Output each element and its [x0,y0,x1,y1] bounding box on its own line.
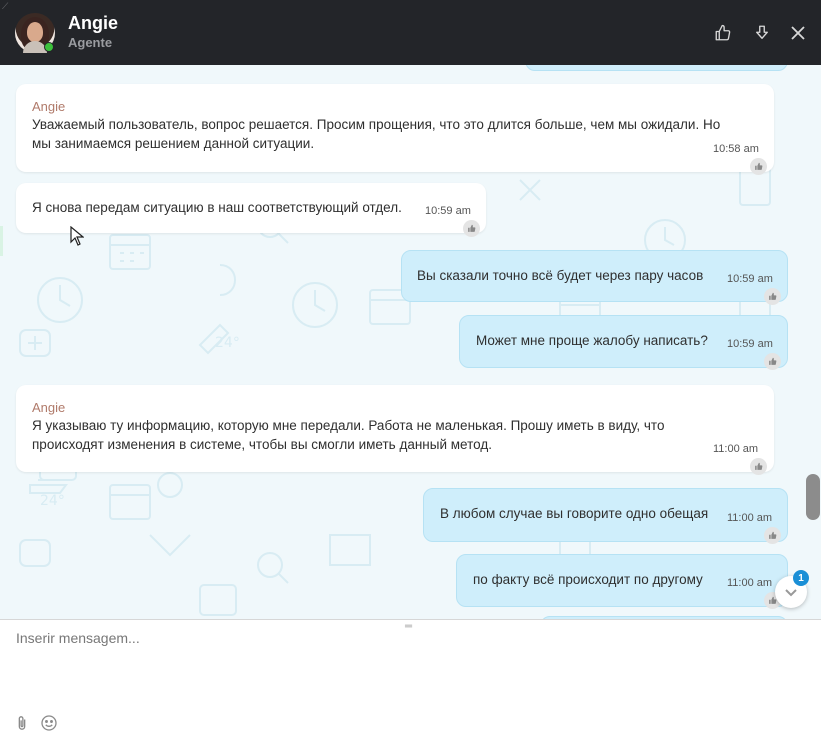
svg-text:24°: 24° [215,335,240,351]
message-text-line: Может мне проще жалобу написать? [476,333,708,348]
message-bubble-outgoing: Вы сказали точно всё будет через пару ча… [401,250,788,305]
resize-handle-icon[interactable]: ⟋ [2,1,8,12]
message-text-line: Я снова передам ситуацию в наш соответст… [32,200,402,215]
thumbs-up-icon [769,292,777,300]
message-bubble-incoming: Angie Я указываю ту информацию, которую … [16,385,774,475]
message-like-button[interactable] [764,353,781,370]
thumbs-up-icon [755,462,763,470]
message-text-line: мы занимаемся решением данной ситуации. [32,136,315,151]
thumbs-up-icon [715,24,731,41]
message-text: В любом случае вы говорите одно обещая [440,504,708,523]
message-text: по факту всё происходит по другому [473,570,703,589]
chat-header: ⟋ Angie Agente [0,0,821,65]
message-sender: Angie [32,400,66,415]
agent-role: Agente [68,35,113,50]
thumbs-up-icon [769,531,777,539]
chevron-down-icon [785,589,797,597]
paperclip-icon [18,716,26,730]
message-list[interactable]: 24° 24° 24° Angie Уважаемый пользователь… [0,65,821,619]
message-text-line: происходят изменения в системе, чтобы вы… [32,437,492,452]
message-text: Я указываю ту информацию, которую мне пе… [32,416,664,454]
message-text-line: Уважаемый пользователь, вопрос решается.… [32,117,721,132]
download-button[interactable] [751,22,773,44]
message-like-button[interactable] [750,458,767,475]
message-text-line: Вы сказали точно всё будет через пару ча… [417,268,704,283]
attach-button[interactable] [13,714,31,732]
message-text: Может мне проще жалобу написать? [476,331,708,350]
message-timestamp: 11:00 am [713,443,759,455]
message-like-button[interactable] [764,288,781,305]
thumbs-up-icon [769,357,777,365]
message-bubble-outgoing: В любом случае вы говорите одно обещая 1… [423,488,788,544]
message-text: Вы сказали точно всё будет через пару ча… [417,266,703,285]
message-like-button[interactable] [463,220,480,237]
message-bubble-outgoing: Может мне проще жалобу написать? 10:59 a… [459,315,788,370]
message-bubble-outgoing: по факту всё происходит по другому 11:00… [456,554,788,609]
message-bubble-incoming: Я снова передам ситуацию в наш соответст… [16,183,486,237]
message-text-line: по факту всё происходит по другому [473,572,703,587]
message-text: Уважаемый пользователь, вопрос решается.… [32,115,720,153]
download-icon [756,25,768,39]
message-text-line: Я указываю ту информацию, которую мне пе… [32,418,665,433]
close-chat-button[interactable] [787,22,809,44]
message-timestamp: 10:58 am [713,143,759,155]
message-like-button[interactable] [764,527,781,544]
svg-text:24°: 24° [40,493,65,509]
close-icon [791,26,805,40]
message-text-line: В любом случае вы говорите одно обещая [440,506,709,521]
agent-name: Angie [68,13,119,33]
message-timestamp: 10:59 am [727,273,773,285]
message-timestamp: 10:59 am [727,338,773,350]
message-sender: Angie [32,99,66,114]
composer-area: ═ [0,619,821,737]
message-input[interactable] [16,630,806,700]
message-timestamp: 10:59 am [425,205,471,217]
message-bubble-incoming: Angie Уважаемый пользователь, вопрос реш… [16,84,774,175]
rate-like-button[interactable] [712,22,734,44]
partial-message-bubble [525,65,788,71]
scrollbar-thumb[interactable] [806,474,820,520]
message-text: Я снова передам ситуацию в наш соответст… [32,198,402,217]
thumbs-up-icon [755,162,763,170]
thumbs-up-icon [468,224,476,232]
message-timestamp: 11:00 am [727,577,773,589]
emoji-button[interactable] [40,714,58,732]
message-timestamp: 11:00 am [727,512,773,524]
unread-count-badge: 1 [793,570,809,586]
emoji-icon [41,715,57,731]
selection-marker [0,226,3,256]
online-status-indicator [44,42,54,52]
message-like-button[interactable] [750,158,767,175]
mouse-cursor-icon [70,226,84,246]
